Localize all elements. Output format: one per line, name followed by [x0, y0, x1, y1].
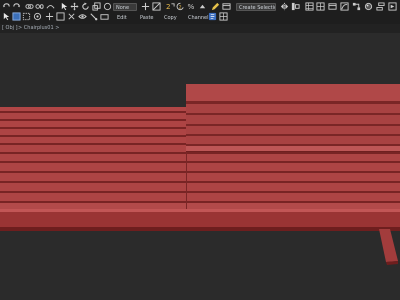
selection-filter-dropdown[interactable]: None [113, 3, 137, 11]
percent-snap-icon[interactable]: % [187, 2, 196, 11]
copy-label: Copy [164, 15, 177, 21]
link-icon[interactable] [25, 2, 34, 11]
paste-label: Paste [140, 15, 154, 21]
select-region-icon[interactable] [2, 12, 11, 21]
redo-icon[interactable] [12, 2, 21, 11]
named-set-icon[interactable] [222, 2, 231, 11]
render-frame-window-icon[interactable] [388, 2, 397, 11]
viewport-label[interactable]: [ Obj ] [2, 25, 18, 31]
move-icon[interactable] [70, 2, 79, 11]
spinner-snap-icon[interactable] [198, 2, 207, 11]
edit-named-selection-icon[interactable] [211, 2, 220, 11]
viewport-layout-icon[interactable] [219, 12, 228, 21]
ribbon-icon[interactable] [328, 2, 337, 11]
bench-leg [379, 229, 398, 265]
select-scale-icon[interactable] [67, 12, 76, 21]
bind-space-warp-icon[interactable] [46, 2, 55, 11]
svg-text:%: % [187, 2, 194, 11]
keyboard-shortcut-icon[interactable] [100, 12, 109, 21]
bench-backrest [186, 84, 400, 154]
mirror-icon[interactable] [280, 2, 289, 11]
undo-icon[interactable] [2, 2, 11, 11]
manipulate-icon[interactable] [89, 12, 98, 21]
select-by-name-icon[interactable] [141, 2, 150, 11]
viewport[interactable] [0, 33, 400, 300]
bench-model [0, 84, 400, 265]
align-icon[interactable] [291, 2, 300, 11]
place-icon[interactable] [103, 2, 112, 11]
select-move-icon[interactable] [45, 12, 54, 21]
channel-label: Channel [188, 15, 209, 21]
angle-snap-icon[interactable]: 2 [166, 2, 175, 11]
pivot-center-icon[interactable] [78, 12, 87, 21]
svg-text:2: 2 [166, 2, 171, 11]
render-setup-icon[interactable] [376, 2, 385, 11]
edit-label: Edit [117, 15, 127, 21]
scale-icon[interactable] [92, 2, 101, 11]
create-selection-set-dropdown[interactable]: Create Selection Se [236, 3, 276, 11]
window-crossing-icon[interactable] [33, 12, 42, 21]
layer-explorer-icon[interactable] [305, 2, 314, 11]
material-editor-icon[interactable] [364, 2, 373, 11]
breadcrumb-path[interactable]: > Chairplus01 > [18, 25, 59, 31]
select-rotate-icon[interactable] [56, 12, 65, 21]
snap-toggle-icon[interactable] [152, 2, 161, 11]
unlink-icon[interactable] [35, 2, 44, 11]
bench-front-rail [0, 209, 400, 231]
breadcrumb: [ Obj ] > Chairplus01 > [0, 24, 400, 33]
populate-icon[interactable] [208, 12, 217, 21]
svg-text:2: 2 [179, 4, 182, 10]
schematic-view-icon[interactable] [352, 2, 361, 11]
curve-editor-icon[interactable] [340, 2, 349, 11]
main-toolbar: None 2 2 % Create Selecti Edit Paste Cop… [0, 0, 400, 25]
select-tool-icon[interactable] [12, 12, 21, 21]
rotate-icon[interactable] [81, 2, 90, 11]
scene-explorer-icon[interactable] [316, 2, 325, 11]
select-object-icon[interactable] [60, 2, 69, 11]
rectangle-selection-icon[interactable] [22, 12, 31, 21]
rotate-snap-icon[interactable]: 2 [176, 2, 185, 11]
